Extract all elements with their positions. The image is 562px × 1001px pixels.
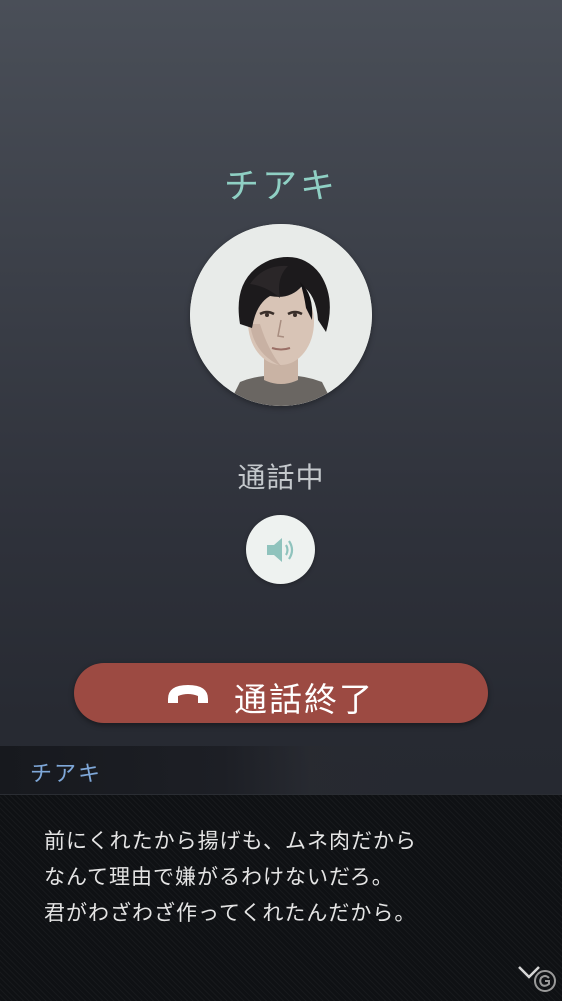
call-status: 通話中 [237,461,325,494]
speaker-volume-icon [267,538,294,562]
caller-avatar [190,224,372,406]
message-panel: 前にくれたから揚げも、ムネ肉だから なんて理由で嫌がるわけないだろ。 君がわざわ… [0,794,562,1001]
avatar-portrait [190,224,372,406]
phone-hangup-icon [168,685,208,703]
dialogue-line: 前にくれたから揚げも、ムネ肉だから [44,829,417,853]
dialogue-line: 君がわざわざ作ってくれたんだから。 [44,901,417,925]
end-call-button[interactable]: 通話終了 [74,663,488,723]
dialogue-box[interactable]: チアキ 前にくれたから揚げも、ムネ肉だから なんて理由で嫌がるわけないだろ。 君… [0,746,562,1001]
speaker-tab: チアキ [0,746,562,794]
dialogue-line: なんて理由で嫌がるわけないだろ。 [44,865,394,889]
dialogue-speaker-name: チアキ [30,762,103,787]
end-call-label: 通話終了 [234,680,374,719]
caller-name: チアキ [223,167,338,207]
speaker-button[interactable] [246,515,315,584]
site-logo-icon [534,970,556,992]
